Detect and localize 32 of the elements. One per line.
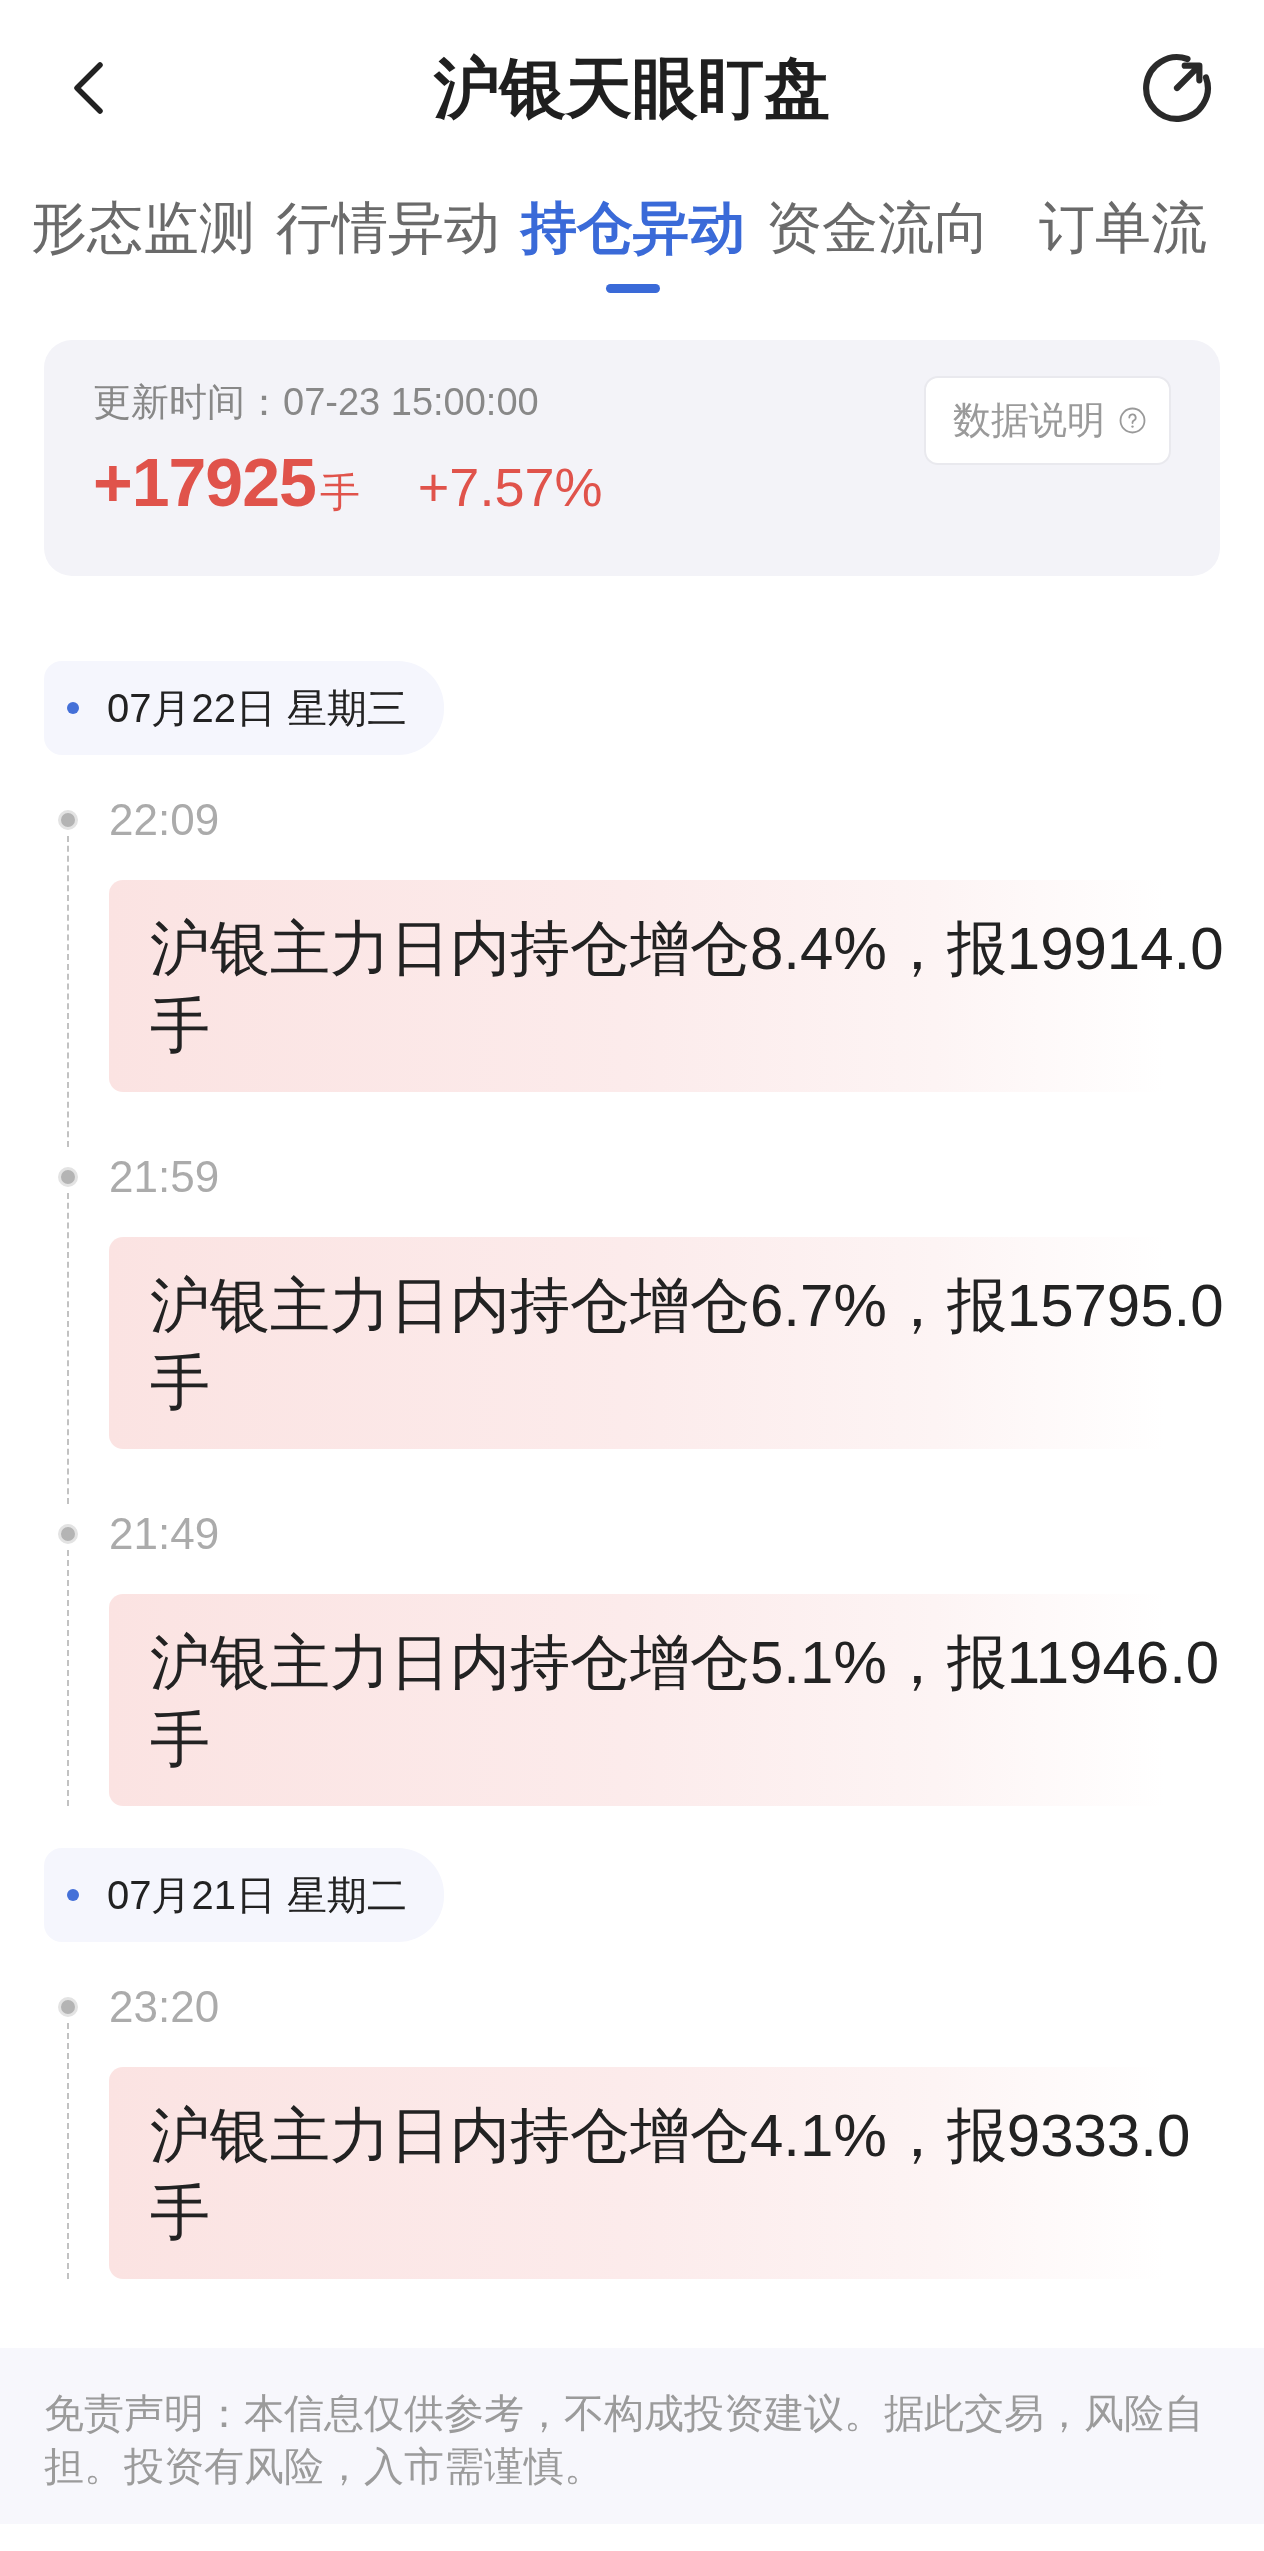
help-icon bbox=[1119, 407, 1146, 434]
event-text: 沪银主力日内持仓增仓5.1%，报11946.0手 bbox=[150, 1628, 1221, 1775]
tab[interactable]: 形态监测 bbox=[20, 193, 265, 293]
unit-label: 手 bbox=[319, 469, 360, 516]
tab[interactable]: 订单流 bbox=[1000, 193, 1245, 293]
active-tab-indicator bbox=[605, 284, 660, 293]
timeline-dot-icon bbox=[58, 1997, 78, 2017]
event-text: 沪银主力日内持仓增仓6.7%，报15795.0手 bbox=[150, 1271, 1225, 1418]
event-time: 21:49 bbox=[109, 1508, 221, 1560]
date-label: 07月21日 星期二 bbox=[107, 1871, 408, 1919]
event-time: 22:09 bbox=[109, 794, 221, 846]
event-text: 沪银主力日内持仓增仓8.4%，报19914.0手 bbox=[150, 914, 1225, 1061]
circle-arrow-icon[interactable] bbox=[1140, 51, 1214, 125]
position-change-value: +17925 bbox=[93, 443, 316, 522]
event-text: 沪银主力日内持仓增仓4.1%，报9333.0手 bbox=[150, 2101, 1192, 2248]
event-time: 23:20 bbox=[109, 1981, 221, 2033]
tab[interactable]: 行情异动 bbox=[265, 193, 510, 293]
tab[interactable]: 持仓异动 bbox=[510, 193, 755, 293]
date-label: 07月22日 星期三 bbox=[107, 684, 408, 732]
event-time: 21:59 bbox=[109, 1151, 221, 1203]
timeline-dot-icon bbox=[58, 810, 78, 830]
timeline-dot-icon bbox=[58, 1524, 78, 1544]
page-title: 沪银天眼盯盘 bbox=[434, 50, 830, 127]
bullet-dot-icon bbox=[67, 702, 79, 714]
disclaimer-text: 免责声明：本信息仅供参考，不构成投资建议。据此交易，风险自担。投资有风险，入市需谨慎。 bbox=[44, 2390, 1205, 2490]
timeline-dot-icon bbox=[58, 1167, 78, 1187]
update-time-text: 更新时间：07-23 15:00:00 bbox=[93, 380, 540, 425]
bullet-dot-icon bbox=[67, 1889, 79, 1901]
percent-change-value: +7.57% bbox=[417, 456, 603, 519]
tab[interactable]: 资金流向 bbox=[755, 193, 1000, 293]
data-info-button[interactable]: 数据说明 bbox=[924, 376, 1171, 465]
back-icon[interactable] bbox=[71, 61, 105, 115]
